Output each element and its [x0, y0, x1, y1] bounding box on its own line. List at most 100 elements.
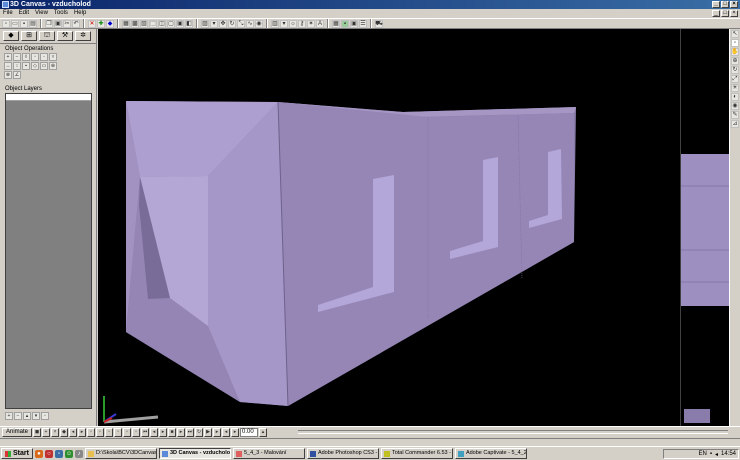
task-explorer[interactable]: D:\Skola\BCV\3DCanvas\: [84, 448, 157, 459]
paste-icon[interactable]: ▣: [54, 19, 62, 28]
menu-edit[interactable]: Edit: [16, 9, 32, 18]
scale-icon[interactable]: ⤡: [237, 19, 245, 28]
stop-icon[interactable]: ■: [168, 428, 177, 437]
record-icon[interactable]: ◼: [33, 428, 42, 437]
time-field[interactable]: 0.00: [240, 428, 259, 437]
frame4-icon[interactable]: ▫: [114, 428, 123, 437]
start-button[interactable]: Start: [1, 448, 33, 459]
key-prev-icon[interactable]: ◂: [69, 428, 78, 437]
doc-restore-button[interactable]: □: [721, 10, 729, 17]
op-button[interactable]: ⊕: [49, 62, 57, 70]
light-bulb-icon[interactable]: ☀: [731, 84, 739, 92]
firefox-icon[interactable]: ●: [34, 449, 43, 458]
key-add-icon[interactable]: +: [42, 428, 51, 437]
op-button[interactable]: ▭: [40, 62, 48, 70]
wireframe-icon[interactable]: ▨: [201, 19, 209, 28]
op-button[interactable]: ▫: [31, 53, 39, 61]
step-back-icon[interactable]: ◂: [150, 428, 159, 437]
op-button[interactable]: ▿: [49, 53, 57, 61]
to-end-icon[interactable]: ⏭: [186, 428, 195, 437]
maximize-button[interactable]: □: [721, 1, 729, 8]
undo-icon[interactable]: ↶: [72, 19, 80, 28]
text-icon[interactable]: A: [316, 19, 324, 28]
frame-icon[interactable]: ▫: [87, 428, 96, 437]
op-button[interactable]: +: [4, 53, 12, 61]
desktop-icon[interactable]: ▫: [54, 449, 63, 458]
dropdown-icon[interactable]: ▾: [210, 19, 218, 28]
prev-icon[interactable]: ◂: [222, 428, 231, 437]
tab-tools-icon[interactable]: ⚒: [57, 31, 73, 41]
layer-up-button[interactable]: ▴: [23, 412, 31, 420]
object-layers-list[interactable]: [5, 93, 92, 409]
op-button[interactable]: ↕: [13, 62, 21, 70]
menu-tools[interactable]: Tools: [51, 9, 71, 18]
copy-icon[interactable]: ❐: [45, 19, 53, 28]
fit-icon[interactable]: ⤢: [731, 75, 739, 83]
time-spin-icon[interactable]: ▴: [259, 428, 268, 437]
volume-icon[interactable]: ◂: [715, 451, 718, 458]
material-icon[interactable]: ▣: [350, 19, 358, 28]
op-button[interactable]: ◊: [22, 53, 30, 61]
op-button[interactable]: ◦: [40, 53, 48, 61]
new-file-icon[interactable]: ▫: [2, 19, 10, 28]
close-button[interactable]: ×: [730, 1, 738, 8]
play-fwd-icon[interactable]: ▶: [204, 428, 213, 437]
3d-viewport[interactable]: [98, 29, 729, 426]
step-forward-icon[interactable]: ▸: [177, 428, 186, 437]
tab-scene-icon[interactable]: ⛫: [39, 31, 55, 41]
tab-settings-icon[interactable]: ✲: [75, 31, 91, 41]
key-icon[interactable]: ◆: [60, 428, 69, 437]
op-button[interactable]: −: [13, 53, 21, 61]
next-icon[interactable]: ▸: [231, 428, 240, 437]
axis-z-icon[interactable]: ◆: [106, 19, 114, 28]
media-icon[interactable]: ♪: [74, 449, 83, 458]
eye-icon[interactable]: ◉: [731, 102, 739, 110]
frame6-icon[interactable]: ▫: [132, 428, 141, 437]
cut-icon[interactable]: ✂: [63, 19, 71, 28]
light2-icon[interactable]: ✶: [307, 19, 315, 28]
box-icon[interactable]: ◫: [158, 19, 166, 28]
side-viewport[interactable]: [680, 29, 729, 426]
move-icon[interactable]: ✥: [219, 19, 227, 28]
grid-icon[interactable]: ▩: [131, 19, 139, 28]
axis-x-icon[interactable]: ✕: [88, 19, 96, 28]
op-button[interactable]: ⊗: [4, 71, 12, 79]
layers-icon[interactable]: ☰: [359, 19, 367, 28]
select-icon[interactable]: ⬚: [149, 19, 157, 28]
menu-view[interactable]: View: [32, 9, 51, 18]
loop-icon[interactable]: ↻: [195, 428, 204, 437]
layer-add-button[interactable]: +: [5, 412, 13, 420]
key-next-icon[interactable]: ▸: [78, 428, 87, 437]
task-captivate[interactable]: Adobe Captivate - 5_4_2: [454, 448, 527, 459]
op-button[interactable]: ▪: [22, 62, 30, 70]
pan-icon[interactable]: ✋: [731, 48, 739, 56]
camera-icon[interactable]: ◉: [255, 19, 263, 28]
to-start-icon[interactable]: ⏮: [141, 428, 150, 437]
shop-cart-icon[interactable]: ⛟: [375, 19, 383, 28]
op-button[interactable]: ∠: [13, 71, 21, 79]
render-icon[interactable]: ▥: [271, 19, 279, 28]
light-icon[interactable]: ☼: [289, 19, 297, 28]
frame2-icon[interactable]: ▫: [96, 428, 105, 437]
orbit-icon[interactable]: ↻: [731, 66, 739, 74]
animate-button[interactable]: Animate: [2, 428, 33, 437]
doc-close-button[interactable]: ×: [730, 10, 738, 17]
measure-icon[interactable]: ⊿: [731, 120, 739, 128]
op-button[interactable]: ◇: [31, 62, 39, 70]
save-icon[interactable]: ▪: [20, 19, 28, 28]
tab-materials-icon[interactable]: ⊞: [21, 31, 37, 41]
play-icon[interactable]: ▸: [159, 428, 168, 437]
task-photoshop[interactable]: Adobe Photoshop CS3 - [: [306, 448, 379, 459]
white-box-icon[interactable]: ▫: [731, 39, 739, 47]
minimize-button[interactable]: _: [712, 1, 720, 8]
brush-icon[interactable]: ✎: [731, 111, 739, 119]
curve-icon[interactable]: ∿: [246, 19, 254, 28]
layer-down-button[interactable]: ▾: [32, 412, 40, 420]
table-icon[interactable]: ▦: [332, 19, 340, 28]
view-icon[interactable]: ▦: [122, 19, 130, 28]
messenger-icon[interactable]: ☺: [64, 449, 73, 458]
image-icon[interactable]: ▪: [341, 19, 349, 28]
checker-icon[interactable]: ▧: [140, 19, 148, 28]
tab-objects-icon[interactable]: ◆: [3, 31, 19, 41]
animation-timeline[interactable]: [298, 430, 728, 434]
